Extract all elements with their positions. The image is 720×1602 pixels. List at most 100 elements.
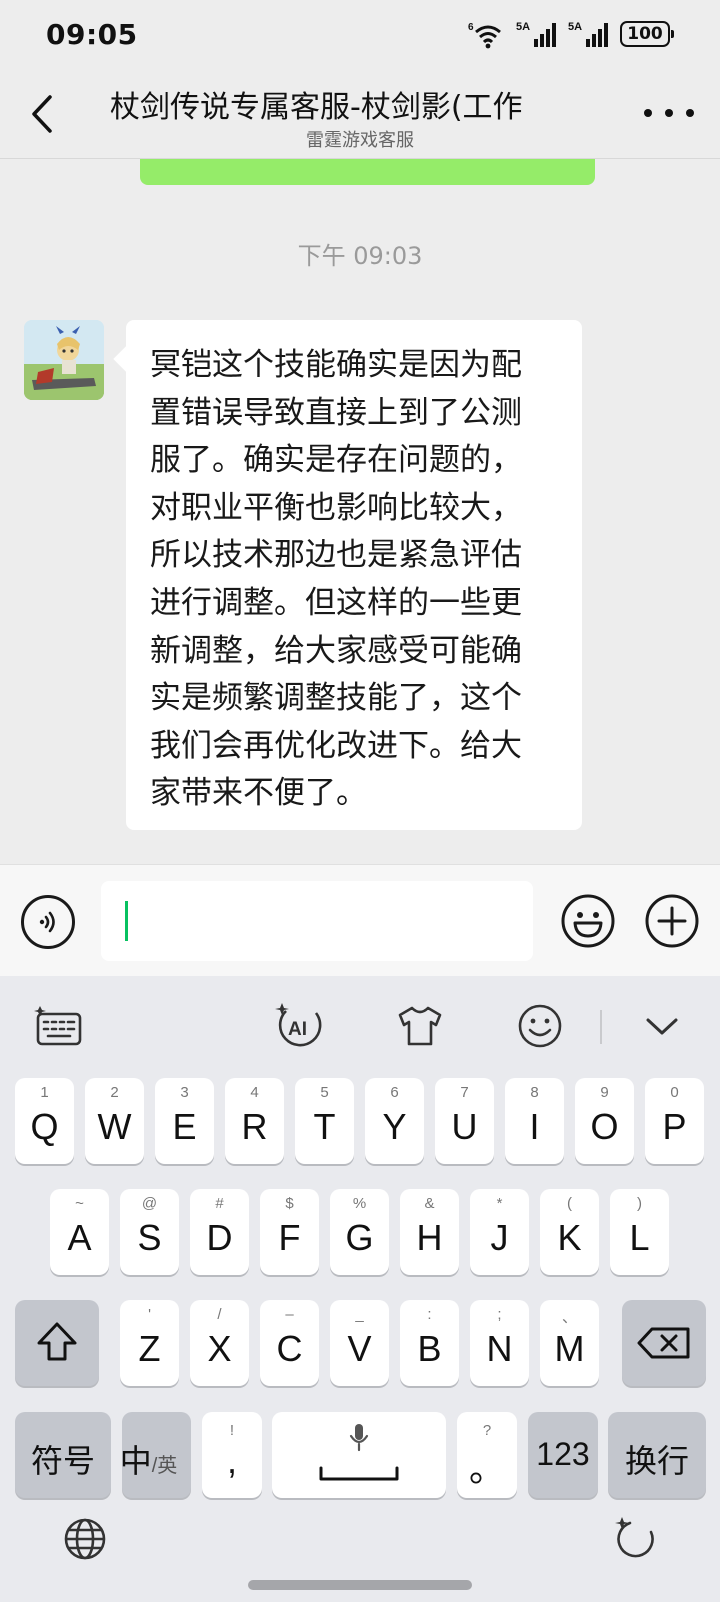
keyboard-toolbar: AI <box>0 976 720 1076</box>
language-key-main: 中/英 <box>114 1436 183 1482</box>
key-secondary-label: @ <box>141 1195 158 1212</box>
language-switch-key[interactable]: 中/英 <box>120 1412 191 1498</box>
more-actions-button[interactable] <box>644 893 700 949</box>
key-y[interactable]: 6Y <box>365 1078 424 1164</box>
smiley-icon <box>561 894 615 948</box>
key-secondary-label: * <box>496 1195 503 1212</box>
key-label: C <box>276 1328 303 1369</box>
chevron-down-icon <box>646 1018 678 1035</box>
chat-title: 杖剑传说专属客服-杖剑影(工作 <box>110 90 523 125</box>
language-key-main-label: 中 <box>119 1443 152 1479</box>
backspace-key[interactable] <box>622 1300 706 1386</box>
comma-key-label: , <box>226 1440 237 1481</box>
key-v[interactable]: _ V <box>330 1300 389 1386</box>
key-n[interactable]: ; N <box>470 1300 529 1386</box>
key-h[interactable]: & H <box>400 1189 459 1275</box>
key-e[interactable]: 3E <box>155 1078 214 1164</box>
key-u[interactable]: 7U <box>435 1078 494 1164</box>
numbers-key-label: 123 <box>536 1436 590 1472</box>
key-j[interactable]: * J <box>470 1189 529 1275</box>
key-r[interactable]: 4R <box>225 1078 284 1164</box>
key-c[interactable]: – C <box>260 1300 319 1386</box>
key-o[interactable]: 9O <box>575 1078 634 1164</box>
comma-key-sub: ! <box>229 1422 235 1439</box>
key-x[interactable]: / X <box>190 1300 249 1386</box>
more-dots-icon <box>644 109 652 117</box>
key-secondary-label: ( <box>567 1195 572 1212</box>
tshirt-icon <box>398 1006 442 1046</box>
ai-writing-button[interactable]: AI <box>270 998 330 1054</box>
key-secondary-label: ~ <box>75 1195 84 1212</box>
text-cursor <box>125 901 128 941</box>
key-secondary-label: _ <box>355 1306 364 1323</box>
keyboard-settings-button[interactable] <box>28 998 88 1054</box>
key-label: F <box>278 1217 301 1258</box>
period-key[interactable]: ? 。 <box>457 1412 517 1498</box>
key-a[interactable]: ~ A <box>50 1189 109 1275</box>
key-secondary-label: 、 <box>561 1309 577 1326</box>
key-s[interactable]: @ S <box>120 1189 179 1275</box>
key-p[interactable]: 0P <box>645 1078 704 1164</box>
key-label: I <box>529 1106 540 1147</box>
key-label: A <box>67 1217 92 1258</box>
key-l[interactable]: ) L <box>610 1189 669 1275</box>
key-b[interactable]: :B <box>400 1300 459 1386</box>
avatar[interactable] <box>24 320 104 400</box>
key-i[interactable]: 8I <box>505 1078 564 1164</box>
plus-circle-icon <box>645 894 699 948</box>
key-secondary-label: 7 <box>460 1084 469 1101</box>
language-globe-button[interactable] <box>60 1514 110 1564</box>
key-secondary-label: 1 <box>40 1084 49 1101</box>
comma-key[interactable]: ! , <box>202 1412 262 1498</box>
key-secondary-label: 4 <box>250 1084 259 1101</box>
key-label: B <box>417 1328 442 1369</box>
emoji-button[interactable] <box>560 893 616 949</box>
key-secondary-label: 8 <box>530 1084 539 1101</box>
key-label: P <box>662 1106 687 1147</box>
key-label: K <box>557 1217 582 1258</box>
key-f[interactable]: $ F <box>260 1189 319 1275</box>
keyboard-theme-button[interactable] <box>390 998 450 1054</box>
more-dot <box>665 109 673 117</box>
key-q[interactable]: 1Q <box>15 1078 74 1164</box>
key-label: V <box>347 1328 372 1369</box>
message-input[interactable] <box>101 881 533 961</box>
key-t[interactable]: 5T <box>295 1078 354 1164</box>
key-m[interactable]: 、 M <box>540 1300 599 1386</box>
shift-icon <box>37 1322 77 1361</box>
shift-key[interactable] <box>15 1300 99 1386</box>
key-z[interactable]: ' Z <box>120 1300 179 1386</box>
key-w[interactable]: 2W <box>85 1078 144 1164</box>
signal-icon-sim1: 5A <box>516 21 556 47</box>
key-label: U <box>451 1106 478 1147</box>
key-secondary-label: 9 <box>600 1084 609 1101</box>
more-button[interactable] <box>644 98 694 128</box>
voice-input-button[interactable] <box>21 895 75 949</box>
chat-header: 杖剑传说专属客服-杖剑影(工作 雷霆游戏客服 <box>0 70 720 160</box>
key-label: W <box>97 1106 132 1147</box>
home-indicator[interactable] <box>248 1580 472 1590</box>
key-k[interactable]: (K <box>540 1189 599 1275</box>
key-g[interactable]: % G <box>330 1189 389 1275</box>
status-icons: 6 5A 5A 100 <box>468 18 674 50</box>
key-label: Q <box>30 1106 59 1147</box>
signal-icon-sim2: 5A <box>568 21 608 47</box>
microphone-icon <box>349 1424 369 1452</box>
enter-key[interactable]: 换行 <box>608 1412 706 1498</box>
keyboard-emoji-button[interactable] <box>510 998 570 1054</box>
space-key[interactable] <box>272 1412 446 1498</box>
toolbar-divider <box>600 1010 602 1044</box>
globe-icon <box>64 1518 106 1560</box>
backspace-icon <box>637 1327 690 1359</box>
key-label: O <box>590 1106 619 1147</box>
collapse-keyboard-button[interactable] <box>632 998 692 1054</box>
numbers-key[interactable]: 123 <box>528 1412 598 1498</box>
symbols-key[interactable]: 符号 <box>15 1412 111 1498</box>
previous-sent-bubble[interactable] <box>140 159 595 185</box>
handwriting-mode-button[interactable] <box>610 1514 660 1564</box>
received-message-bubble[interactable]: 冥铠这个技能确实是因为配 置错误导致直接上到了公测 服了。确实是存在问题的， 对… <box>126 320 582 830</box>
input-bar <box>0 864 720 976</box>
key-d[interactable]: # D <box>190 1189 249 1275</box>
key-secondary-label: # <box>215 1195 224 1212</box>
status-time: 09:05 <box>46 18 138 51</box>
